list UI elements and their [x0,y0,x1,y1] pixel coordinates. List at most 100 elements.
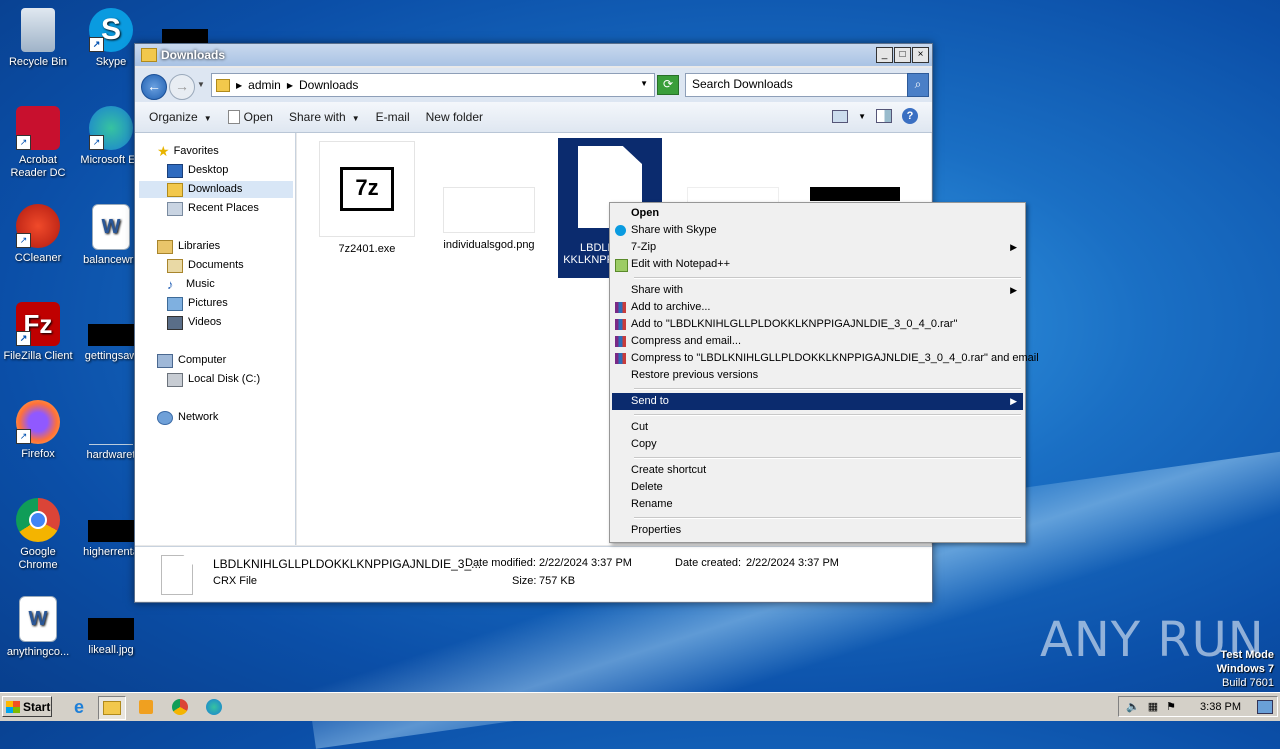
menu-share-with[interactable]: Share with ▶ [612,282,1023,299]
file-thumbnail-partial[interactable] [810,187,900,201]
network-tray-icon[interactable]: ▦ [1148,700,1158,713]
taskbar-edge[interactable] [201,696,227,718]
organize-button[interactable]: Organize ▼ [141,110,220,124]
action-center-icon[interactable]: ⚑ [1166,700,1176,713]
menu-cut[interactable]: Cut [612,419,1023,436]
menu-separator [634,517,1021,519]
menu-restore-versions[interactable]: Restore previous versions [612,367,1023,384]
desktop-icon-ccleaner[interactable]: ↗ CCleaner [0,204,76,265]
menu-compress-email[interactable]: Compress and email... [612,333,1023,350]
music-icon: ♪ [167,276,174,292]
search-input[interactable]: Search Downloads [685,73,913,97]
menu-add-archive[interactable]: Add to archive... [612,299,1023,316]
recycle-bin-icon [21,8,55,52]
address-dropdown-icon[interactable]: ▼ [640,79,648,88]
file-item-7z2401[interactable]: 7z 7z2401.exe [315,141,419,255]
volume-icon[interactable]: 🔈 [1126,700,1140,713]
desktop-icon-firefox[interactable]: ↗ Firefox [0,400,76,461]
nav-computer[interactable]: Computer [157,352,226,369]
menu-notepadpp[interactable]: Edit with Notepad++ [612,256,1023,273]
nav-local-disk[interactable]: Local Disk (C:) [167,371,260,388]
preview-pane-icon[interactable] [876,109,892,123]
breadcrumb-arrow-icon[interactable]: ▶ [287,81,293,90]
edge-icon [206,699,222,715]
nav-network[interactable]: Network [157,409,218,426]
menu-7zip[interactable]: 7-Zip ▶ [612,239,1023,256]
menu-share-skype[interactable]: Share with Skype [612,222,1023,239]
taskbar-chrome[interactable] [167,696,193,718]
desktop-icon-likeall[interactable]: likeall.jpg [73,596,149,657]
breadcrumb-downloads[interactable]: Downloads [299,78,358,92]
breadcrumb-arrow-icon[interactable]: ▶ [236,81,242,90]
title-bar[interactable]: Downloads _ □ × [135,44,932,66]
downloads-folder-icon [167,182,183,197]
menu-send-to[interactable]: Send to ▶ [612,393,1023,410]
help-icon[interactable]: ? [902,108,918,124]
taskbar-explorer[interactable] [98,696,126,720]
nav-pictures[interactable]: Pictures [167,295,228,312]
firefox-icon: ↗ [16,400,60,444]
menu-create-shortcut[interactable]: Create shortcut [612,462,1023,479]
os-name-line: Windows 7 [1216,663,1274,675]
nav-favorites[interactable]: ★ Favorites [157,143,219,160]
close-button[interactable]: × [912,47,929,63]
menu-copy[interactable]: Copy [612,436,1023,453]
command-bar: Organize ▼ Open Share with ▼ E-mail New fo… [135,102,932,133]
menu-separator [634,388,1021,390]
back-button[interactable]: ← [141,74,167,100]
menu-rename[interactable]: Rename [612,496,1023,513]
icon-label: CCleaner [14,252,62,264]
submenu-arrow-icon: ▶ [1010,396,1017,406]
refresh-button[interactable]: ⟳ [657,75,679,95]
menu-add-rar[interactable]: Add to "LBDLKNIHLGLLPLDOKKLKNPPIGAJNLDIE… [612,316,1023,333]
search-button[interactable]: ⌕ [907,73,929,97]
address-field[interactable]: ▶ admin ▶ Downloads ▼ [211,73,655,97]
change-view-icon[interactable] [832,109,849,123]
nav-music[interactable]: ♪ Music [167,276,215,293]
taskbar-ie[interactable]: e [66,696,92,718]
nav-recent-places[interactable]: Recent Places [167,200,259,217]
star-icon: ★ [157,143,170,159]
forward-button[interactable]: → [169,74,195,100]
detail-modified-value: 2/22/2024 3:37 PM [539,557,632,569]
start-button[interactable]: Start [2,696,52,717]
menu-compress-rar-email[interactable]: Compress to "LBDLKNIHLGLLPLDOKKLKNPPIGAJ… [612,350,1039,367]
share-with-button[interactable]: Share with ▼ [281,110,368,124]
skype-icon [615,225,626,236]
videos-icon [167,315,183,330]
icon-label: Recycle Bin [8,56,68,68]
menu-properties[interactable]: Properties [612,522,1023,539]
maximize-button[interactable]: □ [894,47,911,63]
notepadpp-icon [615,259,628,272]
nav-desktop[interactable]: Desktop [167,162,228,179]
winrar-icon [615,319,626,330]
menu-delete[interactable]: Delete [612,479,1023,496]
pictures-icon [167,296,183,311]
file-item-individualsgod[interactable]: individualsgod.png [437,141,541,251]
desktop-icon-filezilla[interactable]: Fz ↗ FileZilla Client [0,302,76,363]
taskbar-media-player[interactable] [133,696,159,718]
desktop-icon-chrome[interactable]: Google Chrome [0,498,76,572]
nav-documents[interactable]: Documents [167,257,244,274]
clock[interactable]: 3:38 PM [1200,701,1241,713]
open-button[interactable]: Open [220,110,281,125]
menu-open[interactable]: Open [612,205,1023,222]
desktop-icon-thumbnail-partial [162,29,208,43]
details-pane: LBDLKNIHLGLLPLDOKKLKNPPIGAJNLDIE_3_... C… [135,546,932,601]
desktop-icon-anythingco[interactable]: W anythingco... [0,596,76,659]
show-desktop-icon[interactable] [1257,699,1273,714]
nav-downloads[interactable]: Downloads [139,181,293,198]
email-button[interactable]: E-mail [368,110,418,124]
desktop-icon-acrobat[interactable]: ↗ Acrobat Reader DC [0,106,76,180]
nav-libraries[interactable]: Libraries [157,238,220,255]
menu-separator [634,277,1021,279]
recent-pages-dropdown-icon[interactable]: ▼ [197,80,205,89]
new-folder-button[interactable]: New folder [418,110,491,124]
build-line: Build 7601 [1222,677,1274,689]
desktop-icon-recycle-bin[interactable]: Recycle Bin [0,8,76,69]
nav-videos[interactable]: Videos [167,314,221,331]
winrar-icon [615,302,626,313]
view-dropdown-icon[interactable]: ▼ [858,112,866,121]
breadcrumb-admin[interactable]: admin [248,78,281,92]
minimize-button[interactable]: _ [876,47,893,63]
